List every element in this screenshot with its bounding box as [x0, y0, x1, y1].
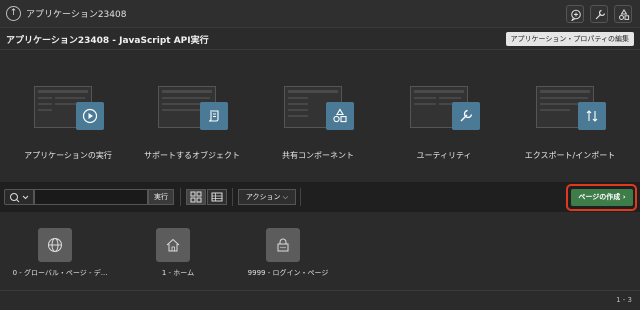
chevron-right-icon: › — [622, 193, 626, 201]
edit-app-properties-button[interactable]: アプリケーション・プロパティの編集 — [505, 32, 634, 46]
card-supporting-objects[interactable]: サポートするオブジェクト — [128, 80, 256, 180]
up-icon[interactable]: ↑ — [6, 6, 21, 21]
footer-divider — [0, 290, 640, 291]
scroll-icon — [200, 102, 228, 130]
page-title: アプリケーション23408 - JavaScript API実行 — [6, 36, 209, 46]
shapes-icon[interactable] — [614, 5, 632, 23]
page-item-label: 1 - ホーム — [161, 269, 195, 277]
page-toolbar: 実行 アクション ⌵ — [0, 182, 640, 212]
card-label: エクスポート/インポート — [524, 151, 616, 160]
create-page-label: ページの作成 — [578, 193, 621, 201]
globe-icon — [38, 228, 72, 262]
shapes-icon — [326, 102, 354, 130]
page-item-label: 0 - グローバル・ページ - デ... — [12, 269, 108, 277]
card-export-import[interactable]: エクスポート/インポート — [506, 80, 634, 180]
top-bar: ↑ アプリケーション23408 — [0, 0, 640, 28]
divider — [300, 188, 301, 206]
chevron-down-icon: ⌵ — [282, 193, 289, 201]
card-label: 共有コンポーネント — [282, 151, 354, 160]
pagination-info: 1 - 3 — [616, 296, 632, 304]
card-label: アプリケーションの実行 — [24, 151, 112, 160]
page-item-login[interactable]: 9999 - ログイン・ページ — [228, 226, 348, 286]
page-header: アプリケーション23408 - JavaScript API実行 アプリケーショ… — [0, 28, 640, 50]
grid-icon — [190, 191, 202, 203]
lock-icon — [266, 228, 300, 262]
wrench-icon — [452, 102, 480, 130]
card-shared-components[interactable]: 共有コンポーネント — [254, 80, 382, 180]
app-name: アプリケーション23408 — [26, 10, 127, 20]
run-button[interactable]: 実行 — [148, 189, 174, 205]
speech-bubble-plus-icon[interactable] — [566, 5, 584, 23]
app-cards: アプリケーションの実行 サポートするオブジェクト 共有コンポーネント ユーティリ… — [0, 50, 640, 182]
home-icon — [156, 228, 190, 262]
up-down-arrows-icon — [578, 102, 606, 130]
actions-label: アクション — [245, 193, 281, 201]
divider — [180, 188, 181, 206]
report-view-button[interactable] — [207, 189, 227, 205]
page-item-home[interactable]: 1 - ホーム — [118, 226, 238, 286]
card-run-application[interactable]: アプリケーションの実行 — [4, 80, 132, 180]
divider — [232, 188, 233, 206]
play-icon — [76, 102, 104, 130]
actions-menu-button[interactable]: アクション ⌵ — [238, 189, 296, 205]
card-label: ユーティリティ — [416, 151, 472, 160]
search-options-button[interactable] — [4, 189, 34, 205]
create-page-button[interactable]: ページの作成 › — [571, 189, 633, 206]
search-input[interactable] — [34, 189, 148, 205]
page-item-label: 9999 - ログイン・ページ — [247, 269, 329, 277]
card-utilities[interactable]: ユーティリティ — [380, 80, 508, 180]
icon-view-button[interactable] — [186, 189, 206, 205]
page-item-global[interactable]: 0 - グローバル・ページ - デ... — [0, 226, 120, 286]
card-label: サポートするオブジェクト — [144, 151, 240, 160]
pages-list: 0 - グローバル・ページ - デ... 1 - ホーム 9999 - ログイン… — [0, 212, 640, 310]
table-icon — [211, 192, 223, 202]
wrench-icon[interactable] — [590, 5, 608, 23]
